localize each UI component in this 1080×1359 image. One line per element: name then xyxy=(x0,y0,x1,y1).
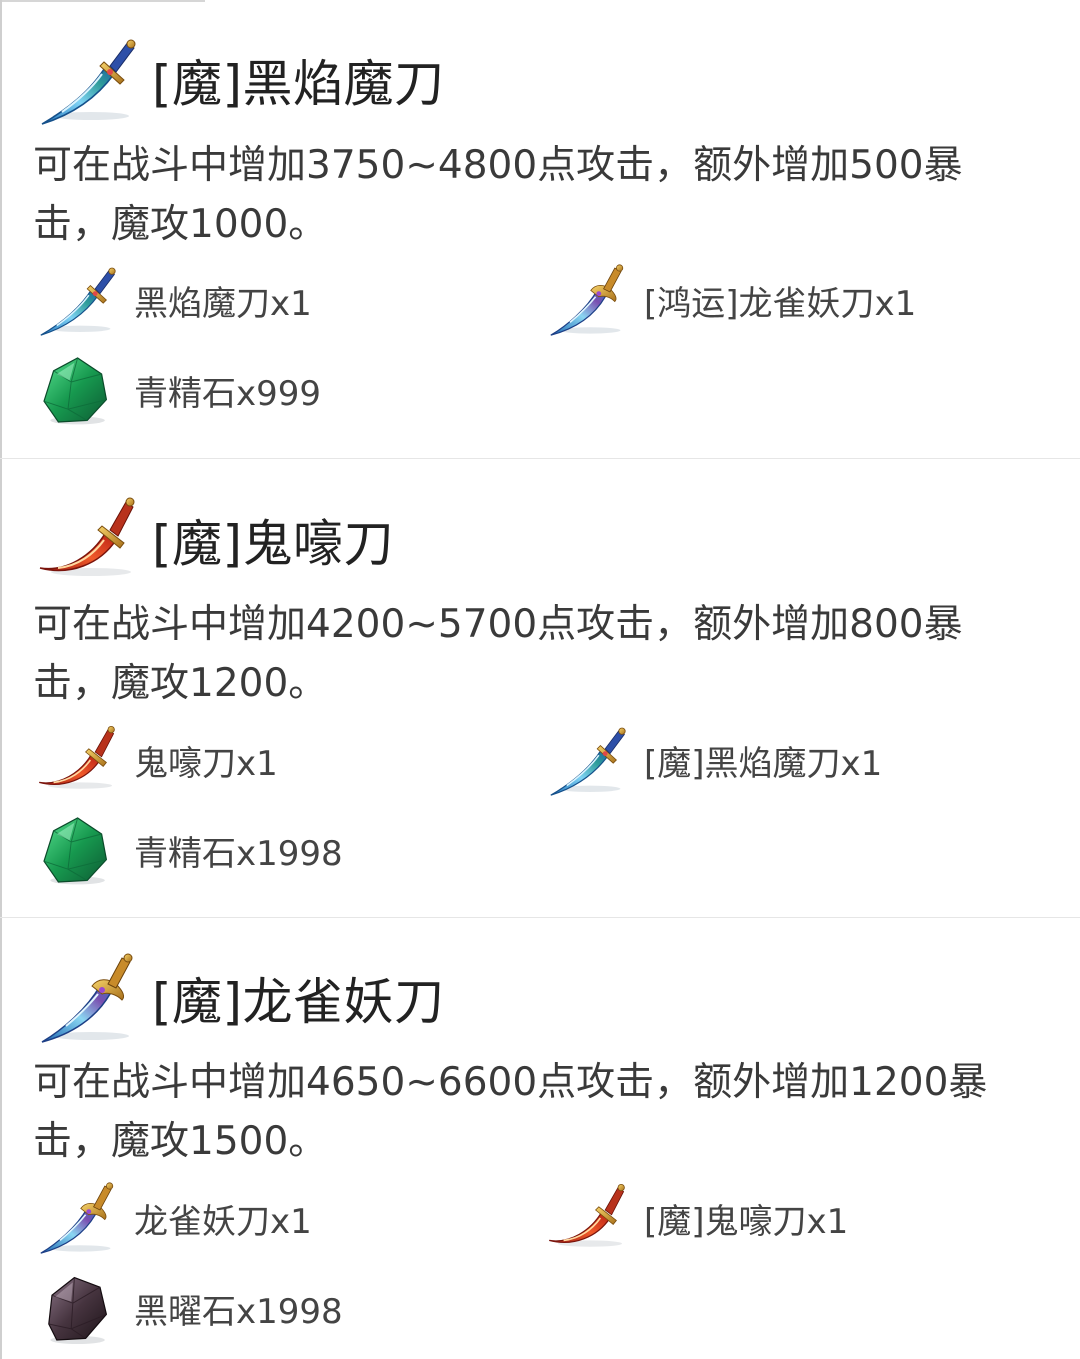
material-item[interactable]: 黑曜石x1998 xyxy=(36,1268,343,1348)
green-gem-icon xyxy=(36,350,116,430)
top-edge-line xyxy=(0,0,205,2)
material-label: [魔]鬼嚎刀x1 xyxy=(644,1201,849,1242)
material-item[interactable]: 黑焰魔刀x1 xyxy=(36,260,312,340)
obsidian-stone-icon xyxy=(36,1268,116,1348)
material-item[interactable]: 青精石x1998 xyxy=(36,810,343,890)
blue-dark-flame-blade-icon xyxy=(36,30,136,130)
material-label: [鸿运]龙雀妖刀x1 xyxy=(644,283,917,324)
material-label: 青精石x999 xyxy=(134,373,322,414)
item-description: 可在战斗中增加4650~6600点攻击，额外增加1200暴击，魔攻1500。 xyxy=(33,1060,988,1164)
green-gem-icon xyxy=(36,810,116,890)
item-title-row: [魔]黑焰魔刀 xyxy=(36,30,445,130)
material-label: 龙雀妖刀x1 xyxy=(134,1201,312,1242)
material-item[interactable]: [魔]鬼嚎刀x1 xyxy=(546,1178,848,1258)
material-label: 黑焰魔刀x1 xyxy=(134,283,312,324)
material-label: 黑曜石x1998 xyxy=(134,1291,343,1332)
item-title: [魔]鬼嚎刀 xyxy=(152,515,395,573)
material-item[interactable]: [魔]黑焰魔刀x1 xyxy=(546,720,882,800)
item-title-row: [魔]龙雀妖刀 xyxy=(36,948,445,1048)
material-item[interactable]: 龙雀妖刀x1 xyxy=(36,1178,312,1258)
material-item[interactable]: [鸿运]龙雀妖刀x1 xyxy=(546,260,916,340)
section-divider xyxy=(0,917,1080,918)
dragon-sparrow-blade-icon xyxy=(36,1178,116,1258)
material-item[interactable]: 青精石x999 xyxy=(36,350,321,430)
dragon-sparrow-blade-icon xyxy=(36,948,136,1048)
item-title: [魔]黑焰魔刀 xyxy=(152,55,445,113)
blue-dark-flame-blade-icon xyxy=(36,260,116,340)
material-item[interactable]: 鬼嚎刀x1 xyxy=(36,720,278,800)
material-label: 青精石x1998 xyxy=(134,833,343,874)
item-description: 可在战斗中增加3750~4800点攻击，额外增加500暴击，魔攻1000。 xyxy=(33,143,963,247)
material-label: 鬼嚎刀x1 xyxy=(134,743,278,784)
section-divider xyxy=(0,458,1080,459)
item-title: [魔]龙雀妖刀 xyxy=(152,973,445,1031)
item-title-row: [魔]鬼嚎刀 xyxy=(36,490,394,590)
material-label: [魔]黑焰魔刀x1 xyxy=(644,743,883,784)
dragon-sparrow-blade-icon xyxy=(546,260,626,340)
item-description: 可在战斗中增加4200~5700点攻击，额外增加800暴击，魔攻1200。 xyxy=(33,602,963,706)
red-ghost-howl-blade-icon xyxy=(546,1178,626,1258)
left-edge-line xyxy=(0,0,2,1359)
blue-dark-flame-blade-icon xyxy=(546,720,626,800)
red-ghost-howl-blade-icon xyxy=(36,490,136,590)
red-ghost-howl-blade-icon xyxy=(36,720,116,800)
